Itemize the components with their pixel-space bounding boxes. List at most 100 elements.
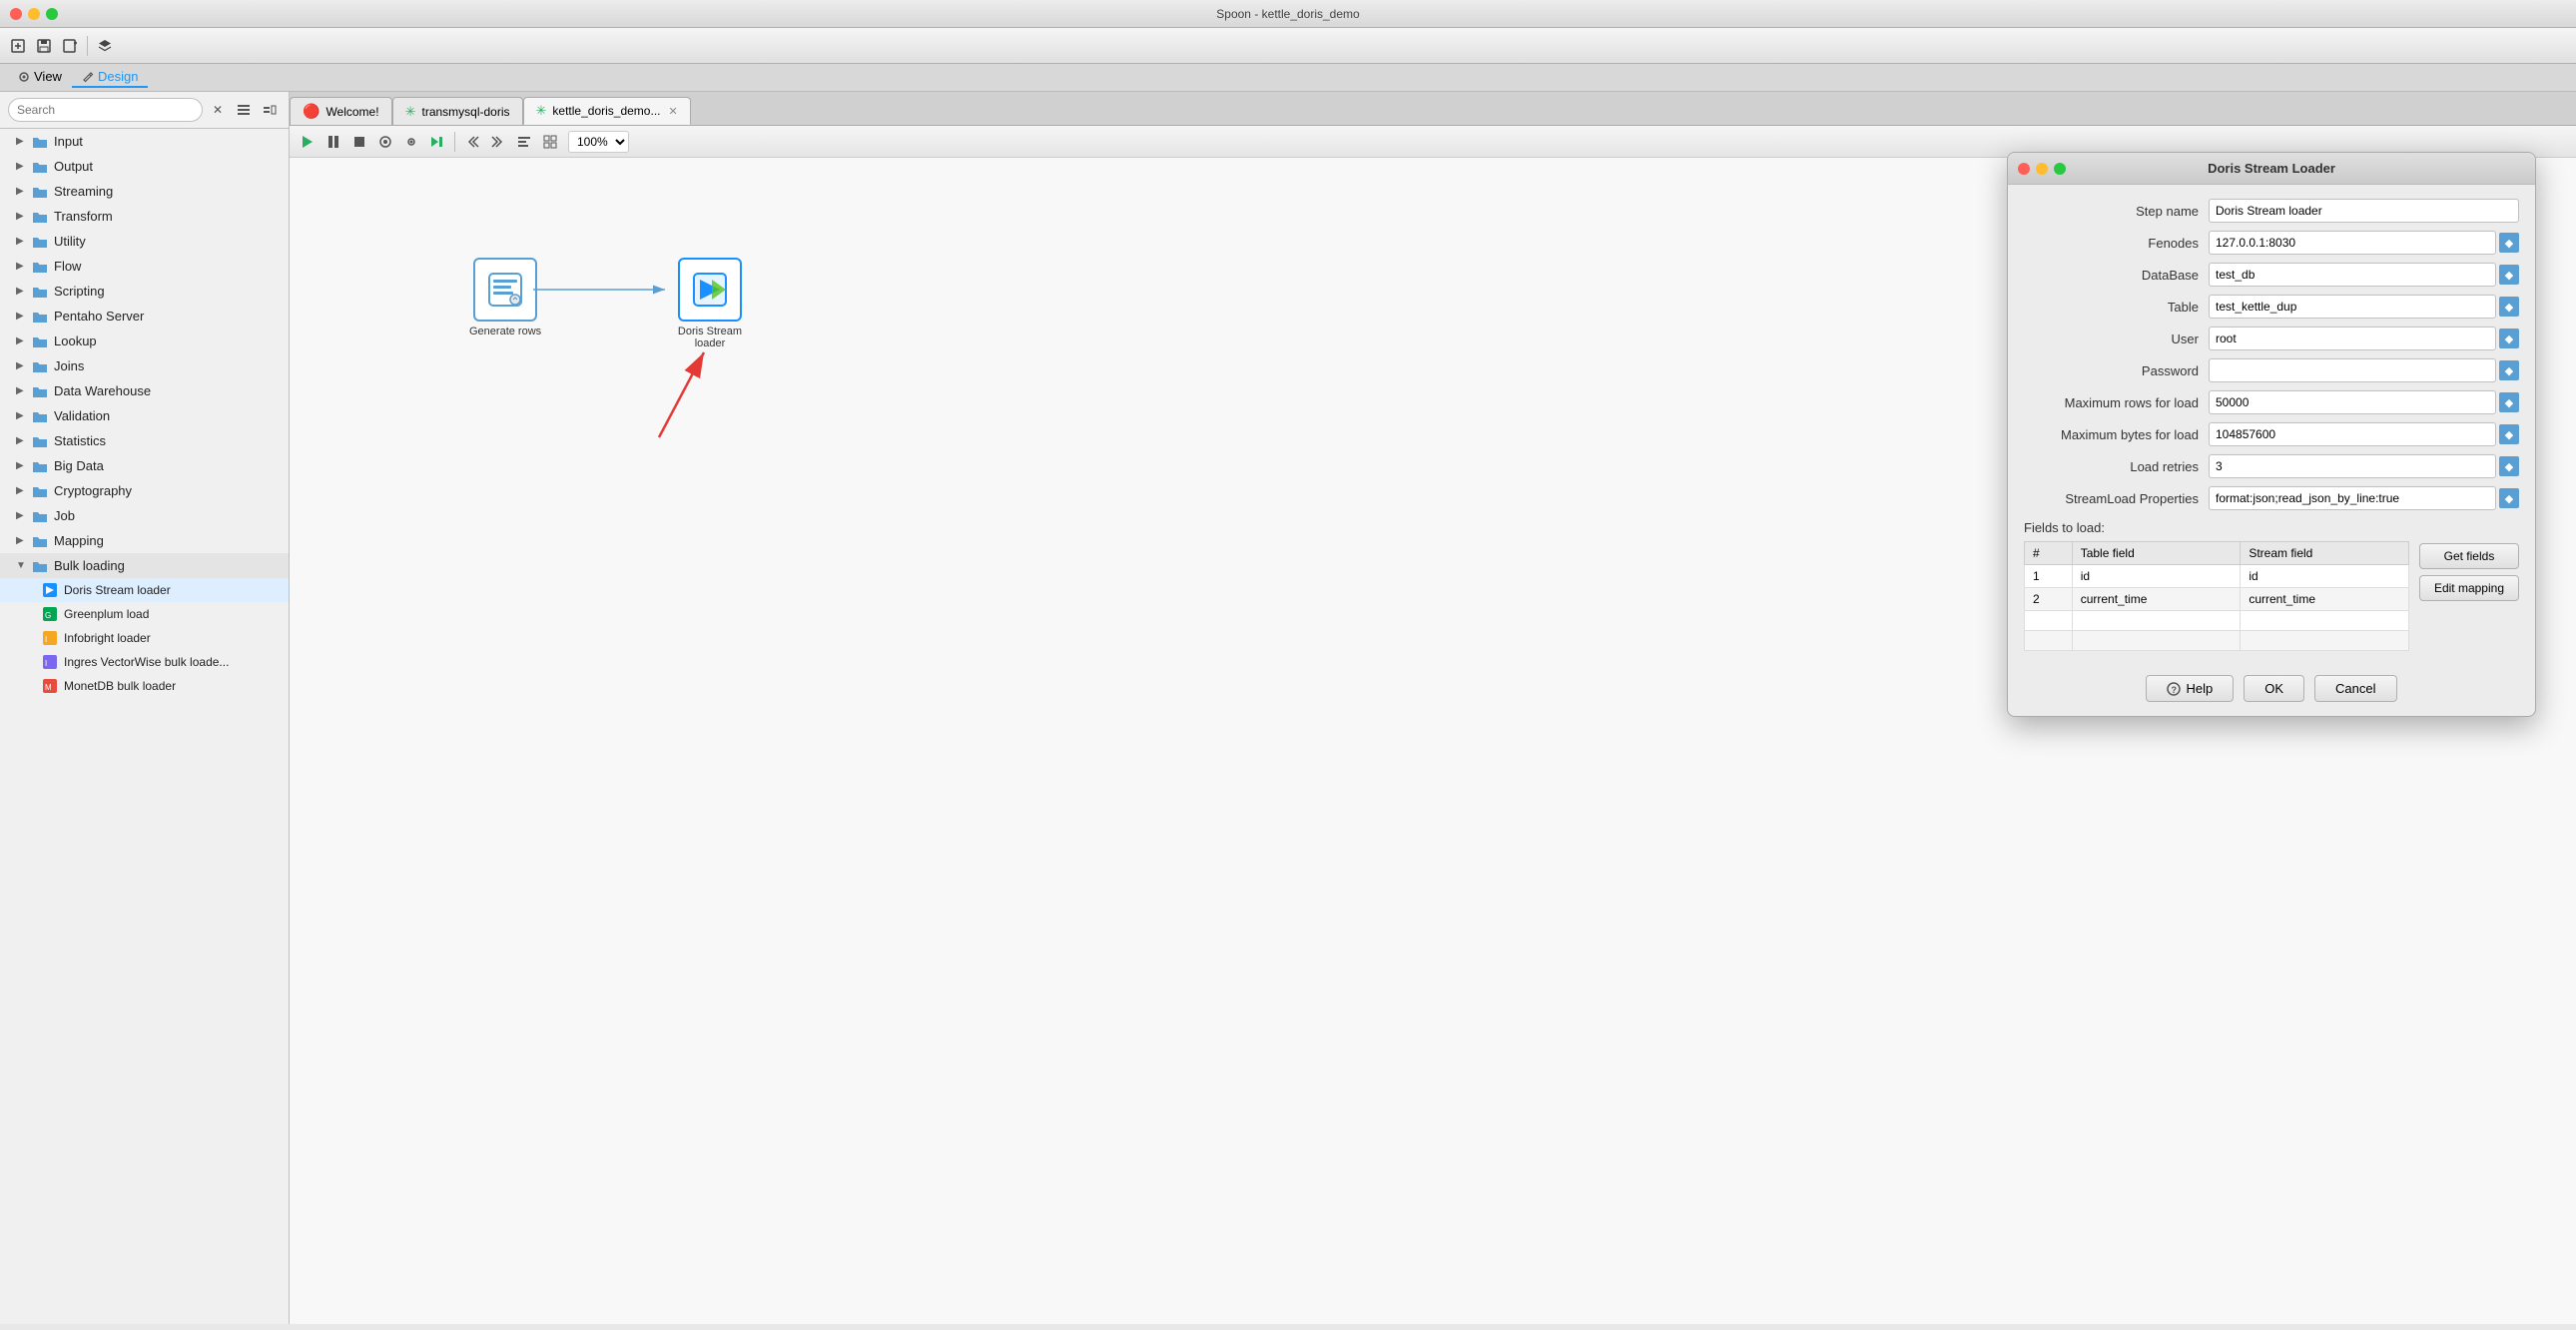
table-row[interactable]: 2 current_time current_time <box>2025 588 2409 611</box>
grid-button[interactable] <box>538 130 562 154</box>
table-input[interactable] <box>2209 295 2496 319</box>
minimize-button[interactable] <box>28 8 40 20</box>
doris-stream-icon <box>692 272 728 308</box>
stop-button[interactable] <box>347 130 371 154</box>
tab-close-icon[interactable]: ✕ <box>668 105 677 118</box>
stream-props-label: StreamLoad Properties <box>2024 491 2209 506</box>
max-rows-input[interactable] <box>2209 390 2496 414</box>
max-rows-browse-btn[interactable]: ◆ <box>2499 392 2519 412</box>
doris-stream-node[interactable]: Doris Stream loader <box>665 258 755 349</box>
sidebar-subitem-doris[interactable]: Doris Stream loader <box>0 578 289 602</box>
back-button[interactable] <box>460 130 484 154</box>
get-fields-button[interactable]: Get fields <box>2419 543 2519 569</box>
generate-rows-node[interactable]: Generate rows <box>469 258 541 337</box>
col-table-field: Table field <box>2072 542 2241 565</box>
help-button[interactable]: ? Help <box>2146 675 2234 702</box>
run-button[interactable] <box>296 130 320 154</box>
tab-kettle-doris[interactable]: ✳ kettle_doris_demo... ✕ <box>523 97 691 125</box>
stream-props-input[interactable] <box>2209 486 2496 510</box>
table-label: Table <box>2024 300 2209 315</box>
view-design-tabs: View Design <box>0 64 2576 92</box>
sidebar-item-scripting[interactable]: ▶ Scripting <box>0 279 289 304</box>
layers-button[interactable] <box>93 34 117 58</box>
run-step-button[interactable] <box>425 130 449 154</box>
close-button[interactable] <box>10 8 22 20</box>
max-rows-input-wrap: ◆ <box>2209 390 2519 414</box>
arrow-icon: ▶ <box>16 485 28 497</box>
search-clear-button[interactable]: ✕ <box>207 99 229 121</box>
sidebar-item-joins[interactable]: ▶ Joins <box>0 353 289 378</box>
sidebar-subitem-greenplum[interactable]: G Greenplum load <box>0 602 289 626</box>
sidebar-item-pentaho[interactable]: ▶ Pentaho Server <box>0 304 289 329</box>
folder-icon <box>32 334 48 348</box>
tab-welcome[interactable]: 🔴 Welcome! <box>290 97 392 125</box>
sidebar-subitem-infobright[interactable]: I Infobright loader <box>0 626 289 650</box>
tab-transmysql[interactable]: ✳ transmysql-doris <box>392 97 523 125</box>
preview-button[interactable] <box>373 130 397 154</box>
maximize-button[interactable] <box>46 8 58 20</box>
sidebar-subitem-ingres[interactable]: I Ingres VectorWise bulk loade... <box>0 650 289 674</box>
password-browse-btn[interactable]: ◆ <box>2499 360 2519 380</box>
sidebar-item-bulkloading[interactable]: ▼ Bulk loading <box>0 553 289 578</box>
app-toolbar <box>0 28 2576 64</box>
sidebar-item-validation[interactable]: ▶ Validation <box>0 403 289 428</box>
fenodes-input[interactable] <box>2209 231 2496 255</box>
sidebar-item-datawarehouse[interactable]: ▶ Data Warehouse <box>0 378 289 403</box>
pause-button[interactable] <box>322 130 345 154</box>
cancel-button[interactable]: Cancel <box>2314 675 2396 702</box>
dialog-close-btn[interactable] <box>2018 163 2030 175</box>
user-browse-btn[interactable]: ◆ <box>2499 329 2519 348</box>
fwd-button[interactable] <box>486 130 510 154</box>
password-input[interactable] <box>2209 358 2496 382</box>
table-input-wrap: ◆ <box>2209 295 2519 319</box>
sidebar-item-output[interactable]: ▶ Output <box>0 154 289 179</box>
step-name-input[interactable] <box>2209 199 2519 223</box>
align-button[interactable] <box>512 130 536 154</box>
saveas-button[interactable] <box>58 34 82 58</box>
settings-button[interactable] <box>399 130 423 154</box>
edit-mapping-button[interactable]: Edit mapping <box>2419 575 2519 601</box>
ok-button[interactable]: OK <box>2244 675 2304 702</box>
load-retries-browse-btn[interactable]: ◆ <box>2499 456 2519 476</box>
svg-text:?: ? <box>2172 685 2178 695</box>
step-name-row: Step name <box>2024 199 2519 223</box>
sidebar-item-input[interactable]: ▶ Input <box>0 129 289 154</box>
sidebar-item-job[interactable]: ▶ Job <box>0 503 289 528</box>
sidebar-item-flow[interactable]: ▶ Flow <box>0 254 289 279</box>
window-title: Spoon - kettle_doris_demo <box>1216 7 1359 21</box>
dialog-max-btn[interactable] <box>2054 163 2066 175</box>
user-input[interactable] <box>2209 327 2496 350</box>
sidebar-item-bigdata[interactable]: ▶ Big Data <box>0 453 289 478</box>
new-button[interactable] <box>6 34 30 58</box>
search-input[interactable] <box>8 98 203 122</box>
tab-design[interactable]: Design <box>72 67 148 88</box>
expand-all-button[interactable] <box>233 99 255 121</box>
max-bytes-input[interactable] <box>2209 422 2496 446</box>
load-retries-input[interactable] <box>2209 454 2496 478</box>
fenodes-browse-btn[interactable]: ◆ <box>2499 233 2519 253</box>
zoom-select[interactable]: 100% 75% 50% 150% <box>568 131 629 153</box>
tab-view[interactable]: View <box>8 67 72 88</box>
database-input[interactable] <box>2209 263 2496 287</box>
sidebar-item-mapping[interactable]: ▶ Mapping <box>0 528 289 553</box>
table-browse-btn[interactable]: ◆ <box>2499 297 2519 317</box>
dialog-min-btn[interactable] <box>2036 163 2048 175</box>
sidebar-item-utility[interactable]: ▶ Utility <box>0 229 289 254</box>
save-button[interactable] <box>32 34 56 58</box>
database-browse-btn[interactable]: ◆ <box>2499 265 2519 285</box>
dialog-footer: ? Help OK Cancel <box>2008 665 2535 716</box>
sidebar-item-lookup[interactable]: ▶ Lookup <box>0 329 289 353</box>
max-bytes-browse-btn[interactable]: ◆ <box>2499 424 2519 444</box>
title-bar: Spoon - kettle_doris_demo <box>0 0 2576 28</box>
folder-icon <box>32 484 48 498</box>
sidebar-item-streaming[interactable]: ▶ Streaming <box>0 179 289 204</box>
file-tab-bar: 🔴 Welcome! ✳ transmysql-doris ✳ kettle_d… <box>290 92 2576 126</box>
collapse-all-button[interactable] <box>259 99 281 121</box>
sidebar-item-statistics[interactable]: ▶ Statistics <box>0 428 289 453</box>
sidebar-item-transform[interactable]: ▶ Transform <box>0 204 289 229</box>
stream-props-browse-btn[interactable]: ◆ <box>2499 488 2519 508</box>
sidebar-subitem-monetdb[interactable]: M MonetDB bulk loader <box>0 674 289 698</box>
sidebar-item-cryptography[interactable]: ▶ Cryptography <box>0 478 289 503</box>
arrow-icon: ▶ <box>16 186 28 198</box>
table-row[interactable]: 1 id id <box>2025 565 2409 588</box>
